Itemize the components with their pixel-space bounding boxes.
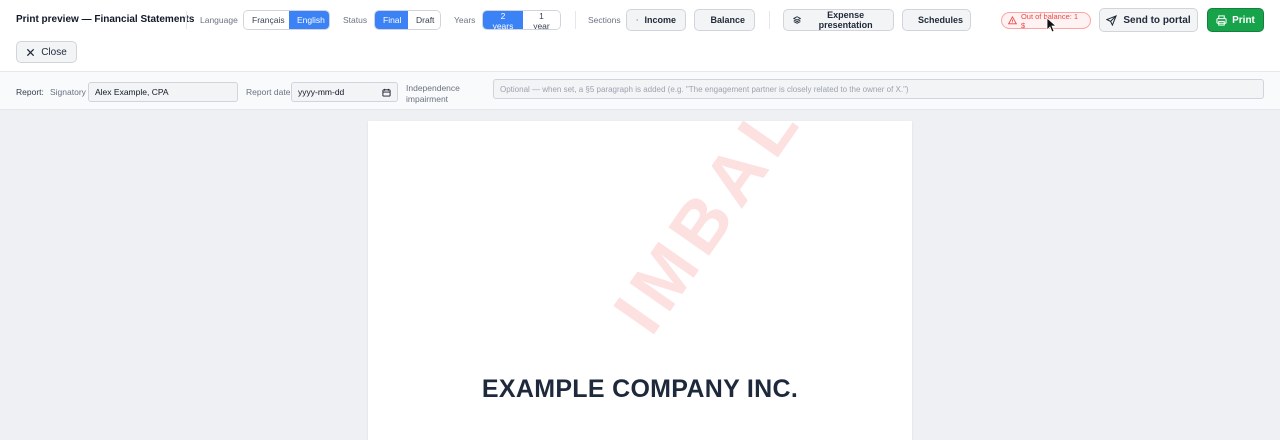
- divider: [186, 11, 187, 29]
- layers-icon: [793, 16, 802, 24]
- schedules-button[interactable]: Schedules: [902, 9, 971, 31]
- years-toggle: 2 years 1 year: [482, 10, 561, 30]
- independence-label: Independence impairment: [406, 83, 460, 105]
- years-option-1[interactable]: 1 year: [522, 11, 560, 29]
- close-icon: [27, 48, 35, 56]
- status-toggle: Final Draft: [374, 10, 441, 30]
- independence-impairment-input[interactable]: Optional — when set, a §5 paragraph is a…: [493, 79, 1264, 99]
- printer-icon: [1216, 14, 1227, 26]
- mouse-cursor-icon: [1046, 17, 1058, 33]
- years-option-2[interactable]: 2 years: [483, 11, 523, 29]
- schedules-label: Schedules: [918, 15, 964, 25]
- close-label: Close: [41, 46, 67, 58]
- years-label: Years: [454, 15, 476, 25]
- company-name: EXAMPLE COMPANY INC.: [481, 375, 799, 403]
- print-label: Print: [1232, 14, 1255, 26]
- chevrons-down-icon: [636, 19, 638, 21]
- status-option-final[interactable]: Final: [375, 11, 408, 29]
- independence-label-line-2: impairment: [406, 94, 449, 104]
- divider: [575, 11, 576, 29]
- report-date-placeholder: yyyy-mm-dd: [298, 87, 345, 97]
- close-button[interactable]: Close: [16, 41, 77, 63]
- calendar-icon: [382, 88, 391, 97]
- balance-section-button[interactable]: Balance: [694, 9, 755, 31]
- send-to-portal-button[interactable]: Send to portal: [1099, 8, 1198, 32]
- language-option-english[interactable]: English: [289, 11, 329, 29]
- income-section-button[interactable]: Income: [626, 9, 686, 31]
- signatory-label: Signatory: [50, 87, 86, 97]
- signatory-input[interactable]: [88, 82, 238, 102]
- language-label: Language: [200, 15, 238, 25]
- report-label: Report:: [16, 87, 44, 97]
- expense-presentation-label: Expense presentation: [818, 10, 873, 30]
- balance-label: Balance: [710, 15, 745, 25]
- sections-label: Sections: [588, 15, 621, 25]
- report-date-label: Report date: [246, 87, 291, 97]
- status-label: Status: [343, 15, 368, 25]
- language-option-french[interactable]: Français: [244, 11, 289, 29]
- document-page: IMBALANCE EXAMPLE COMPANY INC.: [368, 121, 912, 440]
- income-label: Income: [644, 15, 676, 25]
- print-button[interactable]: Print: [1207, 8, 1264, 32]
- send-to-portal-label: Send to portal: [1123, 14, 1191, 26]
- page-title: Print preview — Financial Statements: [16, 14, 195, 25]
- imbalance-watermark: IMBALANCE: [598, 121, 912, 348]
- warning-icon: [1008, 16, 1017, 25]
- report-date-input[interactable]: yyyy-mm-dd: [291, 82, 398, 102]
- expense-presentation-button[interactable]: Expense presentation: [783, 9, 894, 31]
- print-preview-area[interactable]: IMBALANCE EXAMPLE COMPANY INC.: [0, 110, 1280, 440]
- divider: [769, 11, 770, 29]
- language-toggle: Français English: [243, 10, 330, 30]
- report-settings-bar: Report: Signatory Report date yyyy-mm-dd…: [0, 72, 1280, 110]
- toolbar: Print preview — Financial Statements Lan…: [0, 0, 1280, 72]
- send-icon: [1106, 14, 1118, 26]
- independence-label-line-1: Independence: [406, 83, 460, 93]
- status-option-draft[interactable]: Draft: [408, 11, 440, 29]
- independence-placeholder: Optional — when set, a §5 paragraph is a…: [500, 84, 909, 94]
